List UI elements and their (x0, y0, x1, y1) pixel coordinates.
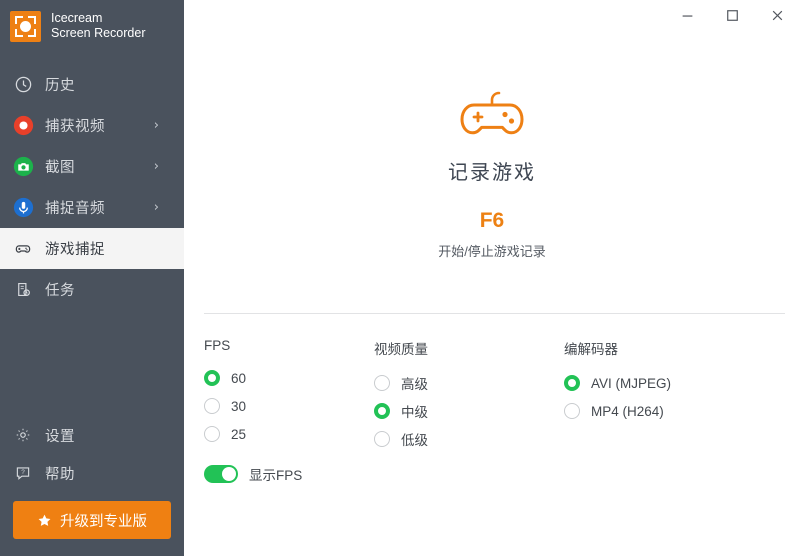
camera-icon (12, 156, 34, 178)
fps-option-group: FPS 60 30 25 显示FPS (184, 338, 374, 484)
radio-label: 30 (231, 399, 246, 414)
sidebar-item-label: 任务 (45, 279, 75, 300)
radio-label: 中级 (401, 401, 428, 421)
toggle-switch (204, 465, 238, 483)
task-icon (12, 279, 34, 301)
chevron-right-icon: › (154, 159, 159, 174)
sidebar-item-label: 捕获视频 (45, 115, 105, 136)
sidebar-item-label: 截图 (45, 156, 75, 177)
quality-radio-low[interactable]: 低级 (374, 425, 564, 453)
sidebar-item-game-capture[interactable]: 游戏捕捉 (0, 228, 184, 269)
radio-indicator (374, 375, 390, 391)
codec-radio-mp4[interactable]: MP4 (H264) (564, 397, 784, 425)
radio-label: 低级 (401, 429, 428, 449)
sidebar-item-label: 历史 (45, 74, 75, 95)
fps-radio-60[interactable]: 60 (204, 364, 374, 392)
titlebar (184, 0, 800, 32)
radio-label: 高级 (401, 373, 428, 393)
sidebar-item-label: 捕捉音频 (45, 197, 105, 218)
capture-focus-icon (10, 11, 41, 42)
fps-radio-25[interactable]: 25 (204, 420, 374, 448)
radio-indicator (374, 431, 390, 447)
fps-group-title: FPS (204, 338, 374, 353)
record-circle-icon (12, 115, 34, 137)
radio-indicator (204, 370, 220, 386)
radio-indicator (564, 403, 580, 419)
sidebar-bottom: 设置 ? 帮助 升级到专业版 (0, 416, 184, 556)
radio-indicator (374, 403, 390, 419)
brand: Icecream Screen Recorder (0, 0, 184, 44)
show-fps-label: 显示FPS (249, 464, 302, 484)
sidebar-item-capture-video[interactable]: 捕获视频 › (0, 105, 184, 146)
quality-group-title: 视频质量 (374, 338, 564, 358)
hero: 记录游戏 F6 开始/停止游戏记录 (184, 84, 800, 260)
quality-option-group: 视频质量 高级 中级 低级 (374, 338, 564, 484)
chevron-right-icon: › (154, 200, 159, 215)
sidebar-item-screenshot[interactable]: 截图 › (0, 146, 184, 187)
main-content: 记录游戏 F6 开始/停止游戏记录 FPS 60 30 25 (184, 0, 800, 556)
upgrade-label: 升级到专业版 (60, 510, 147, 531)
codec-option-group: 编解码器 AVI (MJPEG) MP4 (H264) (564, 338, 784, 484)
clock-icon (12, 74, 34, 96)
sidebar-nav: 历史 捕获视频 › (0, 64, 184, 310)
section-divider (204, 313, 785, 314)
gear-icon (12, 424, 34, 446)
close-button[interactable] (755, 0, 800, 30)
radio-indicator (564, 375, 580, 391)
sidebar-item-capture-audio[interactable]: 捕捉音频 › (0, 187, 184, 228)
brand-text: Icecream Screen Recorder (51, 11, 146, 41)
radio-label: 25 (231, 427, 246, 442)
show-fps-toggle[interactable]: 显示FPS (204, 464, 374, 484)
microphone-icon (12, 197, 34, 219)
sidebar-item-label: 帮助 (45, 463, 75, 484)
page-title: 记录游戏 (184, 156, 800, 185)
hotkey-description: 开始/停止游戏记录 (184, 241, 800, 260)
chevron-right-icon: › (154, 118, 159, 133)
sidebar-item-tasks[interactable]: 任务 (0, 269, 184, 310)
svg-text:?: ? (21, 469, 25, 476)
radio-label: MP4 (H264) (591, 404, 664, 419)
gamepad-icon (12, 238, 34, 260)
maximize-button[interactable] (710, 0, 755, 30)
codec-radio-avi[interactable]: AVI (MJPEG) (564, 369, 784, 397)
radio-label: 60 (231, 371, 246, 386)
minimize-button[interactable] (665, 0, 710, 30)
radio-indicator (204, 398, 220, 414)
sidebar-item-label: 游戏捕捉 (45, 238, 105, 259)
sidebar-item-label: 设置 (45, 425, 75, 446)
quality-radio-medium[interactable]: 中级 (374, 397, 564, 425)
radio-indicator (204, 426, 220, 442)
upgrade-to-pro-button[interactable]: 升级到专业版 (13, 501, 171, 539)
options-panel: FPS 60 30 25 显示FPS (184, 338, 800, 484)
app-window: Icecream Screen Recorder 历史 (0, 0, 800, 556)
sidebar: Icecream Screen Recorder 历史 (0, 0, 184, 556)
hotkey-label: F6 (184, 209, 800, 233)
help-bubble-icon: ? (12, 462, 34, 484)
codec-group-title: 编解码器 (564, 338, 784, 358)
sidebar-item-history[interactable]: 历史 (0, 64, 184, 105)
sidebar-item-help[interactable]: ? 帮助 (0, 454, 184, 492)
sidebar-item-settings[interactable]: 设置 (0, 416, 184, 454)
quality-radio-high[interactable]: 高级 (374, 369, 564, 397)
star-icon (37, 513, 52, 528)
fps-radio-30[interactable]: 30 (204, 392, 374, 420)
radio-label: AVI (MJPEG) (591, 376, 671, 391)
brand-line-2: Screen Recorder (51, 26, 146, 41)
gamepad-icon (184, 84, 800, 144)
brand-line-1: Icecream (51, 11, 146, 26)
